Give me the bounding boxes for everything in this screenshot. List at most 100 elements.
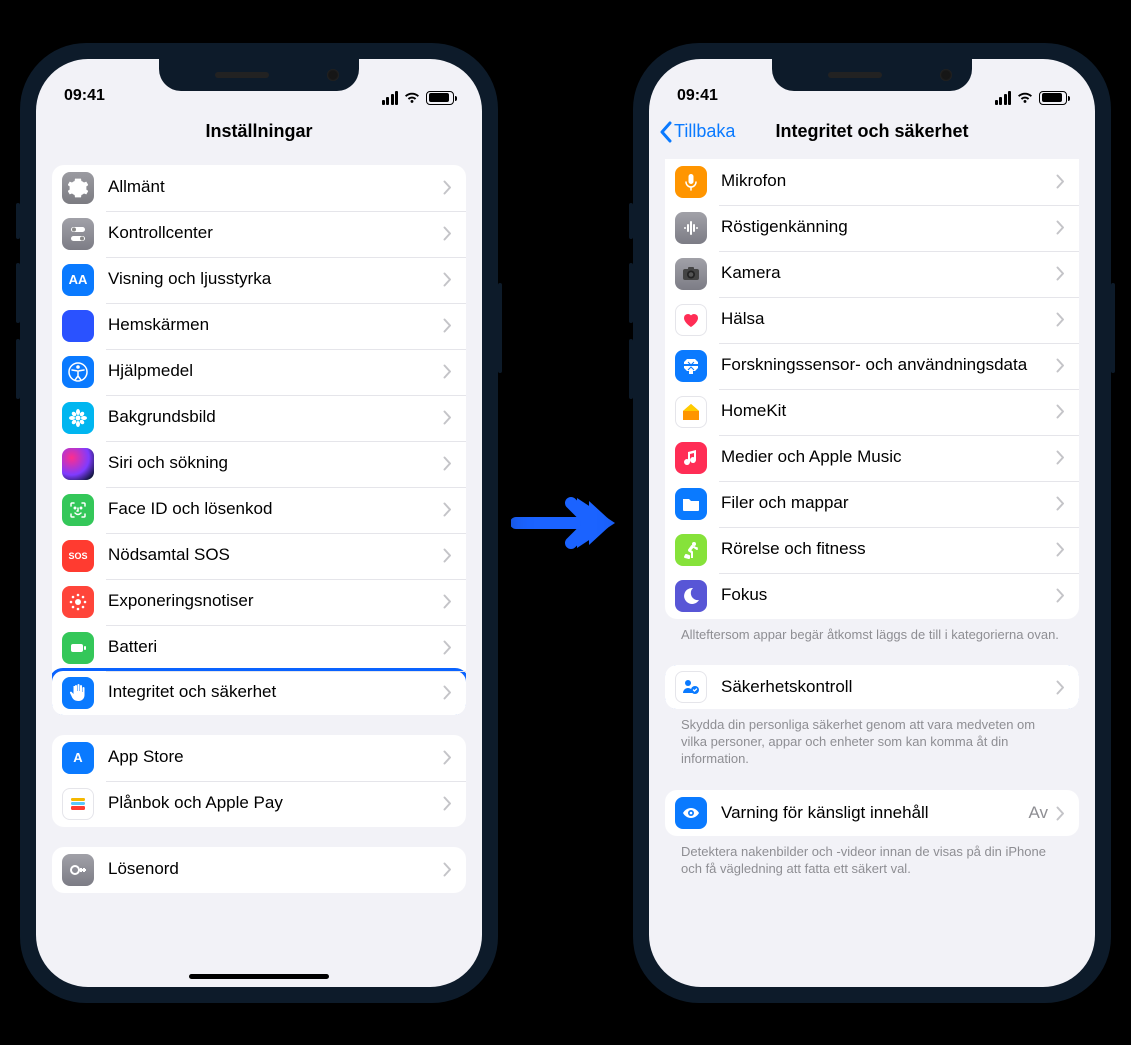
chevron-right-icon — [1056, 496, 1065, 511]
nav-bar: Inställningar — [36, 107, 482, 157]
wifi-icon — [403, 91, 421, 105]
chevron-right-icon — [443, 226, 452, 241]
row-label: Face ID och lösenkod — [108, 495, 443, 523]
chevron-right-icon — [443, 862, 452, 877]
settings-row-batteri[interactable]: Batteri — [52, 625, 466, 671]
phone-left: 09:41 Inställningar AllmäntKontrollcente… — [20, 43, 498, 1003]
chevron-right-icon — [1056, 358, 1065, 373]
chevron-right-icon — [1056, 174, 1065, 189]
row-label: Fokus — [721, 581, 1056, 609]
row-label: Exponeringsnotiser — [108, 587, 443, 615]
nav-bar: Tillbaka Integritet och säkerhet — [649, 107, 1095, 157]
wallet-icon — [62, 788, 94, 820]
music-icon — [675, 442, 707, 474]
phone-right: 09:41 Tillbaka Integritet och säkerhet M — [633, 43, 1111, 1003]
row-label: Nödsamtal SOS — [108, 541, 443, 569]
chevron-right-icon — [443, 640, 452, 655]
settings-row-bakgrundsbild[interactable]: Bakgrundsbild — [52, 395, 466, 441]
privacy-row-rostigenkanning[interactable]: Röstigenkänning — [665, 205, 1079, 251]
settings-row-faceid[interactable]: Face ID och lösenkod — [52, 487, 466, 533]
privacy-row-sakerhetskontroll[interactable]: Säkerhetskontroll — [665, 665, 1079, 709]
row-label: App Store — [108, 743, 443, 771]
settings-row-hemskarmen[interactable]: Hemskärmen — [52, 303, 466, 349]
row-label: Säkerhetskontroll — [721, 673, 1056, 701]
heart-icon — [675, 304, 707, 336]
privacy-row-rorelse[interactable]: Rörelse och fitness — [665, 527, 1079, 573]
eye-icon — [675, 797, 707, 829]
privacy-row-forskningssensor[interactable]: Forskningssensor- och användningsdata — [665, 343, 1079, 389]
settings-row-siri[interactable]: Siri och sökning — [52, 441, 466, 487]
settings-row-nodsamtal[interactable]: SOS Nödsamtal SOS — [52, 533, 466, 579]
row-label: Batteri — [108, 633, 443, 661]
flower-icon — [62, 402, 94, 434]
chevron-right-icon — [443, 502, 452, 517]
chevron-right-icon — [443, 180, 452, 195]
row-label: Hälsa — [721, 305, 1056, 333]
settings-row-kontrollcenter[interactable]: Kontrollcenter — [52, 211, 466, 257]
screen-left: 09:41 Inställningar AllmäntKontrollcente… — [36, 59, 482, 987]
row-label: Kamera — [721, 259, 1056, 287]
row-label: Bakgrundsbild — [108, 403, 443, 431]
home-indicator[interactable] — [189, 974, 329, 979]
settings-row-appstore[interactable]: A App Store — [52, 735, 466, 781]
notch — [159, 59, 359, 91]
cellular-icon — [995, 91, 1012, 105]
row-label: Rörelse och fitness — [721, 535, 1056, 563]
apps-icon — [62, 310, 94, 342]
settings-group-3: Lösenord — [52, 847, 466, 893]
moon-icon — [675, 580, 707, 612]
privacy-row-halsa[interactable]: Hälsa — [665, 297, 1079, 343]
chevron-right-icon — [1056, 404, 1065, 419]
status-time: 09:41 — [64, 87, 105, 105]
stage: 09:41 Inställningar AllmäntKontrollcente… — [0, 0, 1131, 1045]
camera-icon — [675, 258, 707, 290]
key-icon — [62, 854, 94, 886]
chevron-right-icon — [443, 272, 452, 287]
chevron-right-icon — [443, 364, 452, 379]
appstore-icon: A — [62, 742, 94, 774]
row-label: Forskningssensor- och användningsdata — [721, 351, 1056, 379]
privacy-row-homekit[interactable]: HomeKit — [665, 389, 1079, 435]
chevron-right-icon — [443, 796, 452, 811]
chevron-right-icon — [1056, 312, 1065, 327]
privacy-list[interactable]: MikrofonRöstigenkänning Kamera Hälsa Forskn… — [649, 157, 1095, 987]
settings-row-visning[interactable]: AAVisning och ljusstyrka — [52, 257, 466, 303]
screen-right: 09:41 Tillbaka Integritet och säkerhet M — [649, 59, 1095, 987]
privacy-row-kamera[interactable]: Kamera — [665, 251, 1079, 297]
status-time: 09:41 — [677, 87, 718, 105]
page-title: Integritet och säkerhet — [775, 121, 968, 142]
settings-row-exponering[interactable]: Exponeringsnotiser — [52, 579, 466, 625]
chevron-right-icon — [1056, 806, 1065, 821]
page-title: Inställningar — [205, 121, 312, 142]
settings-row-planbok[interactable]: Plånbok och Apple Pay — [52, 781, 466, 827]
privacy-row-varning[interactable]: Varning för känsligt innehållAv — [665, 790, 1079, 836]
folder-icon — [675, 488, 707, 520]
row-label: Filer och mappar — [721, 489, 1056, 517]
privacy-group-1: MikrofonRöstigenkänning Kamera Hälsa Forskn… — [665, 159, 1079, 619]
row-label: Integritet och säkerhet — [108, 678, 443, 706]
arrow-icon — [501, 488, 631, 558]
chevron-right-icon — [1056, 266, 1065, 281]
toggles-icon — [62, 218, 94, 250]
settings-row-allmant[interactable]: Allmänt — [52, 165, 466, 211]
chevron-right-icon — [443, 685, 452, 700]
wifi-icon — [1016, 91, 1034, 105]
settings-list[interactable]: AllmäntKontrollcenterAAVisning och ljuss… — [36, 157, 482, 987]
chevron-right-icon — [443, 410, 452, 425]
row-label: Hemskärmen — [108, 311, 443, 339]
privacy-row-filer[interactable]: Filer och mappar — [665, 481, 1079, 527]
privacy-row-medier[interactable]: Medier och Apple Music — [665, 435, 1079, 481]
back-button[interactable]: Tillbaka — [659, 121, 735, 143]
chevron-right-icon — [443, 750, 452, 765]
cellular-icon — [382, 91, 399, 105]
privacy-row-fokus[interactable]: Fokus — [665, 573, 1079, 619]
row-value: Av — [1028, 803, 1048, 823]
settings-row-losenord[interactable]: Lösenord — [52, 847, 466, 893]
settings-row-integritet[interactable]: Integritet och säkerhet — [52, 668, 466, 715]
sos-icon: SOS — [62, 540, 94, 572]
privacy-row-mikrofon[interactable]: Mikrofon — [665, 159, 1079, 205]
voice-icon — [675, 212, 707, 244]
row-label: Siri och sökning — [108, 449, 443, 477]
settings-row-hjalpmedel[interactable]: Hjälpmedel — [52, 349, 466, 395]
row-label: Plånbok och Apple Pay — [108, 789, 443, 817]
